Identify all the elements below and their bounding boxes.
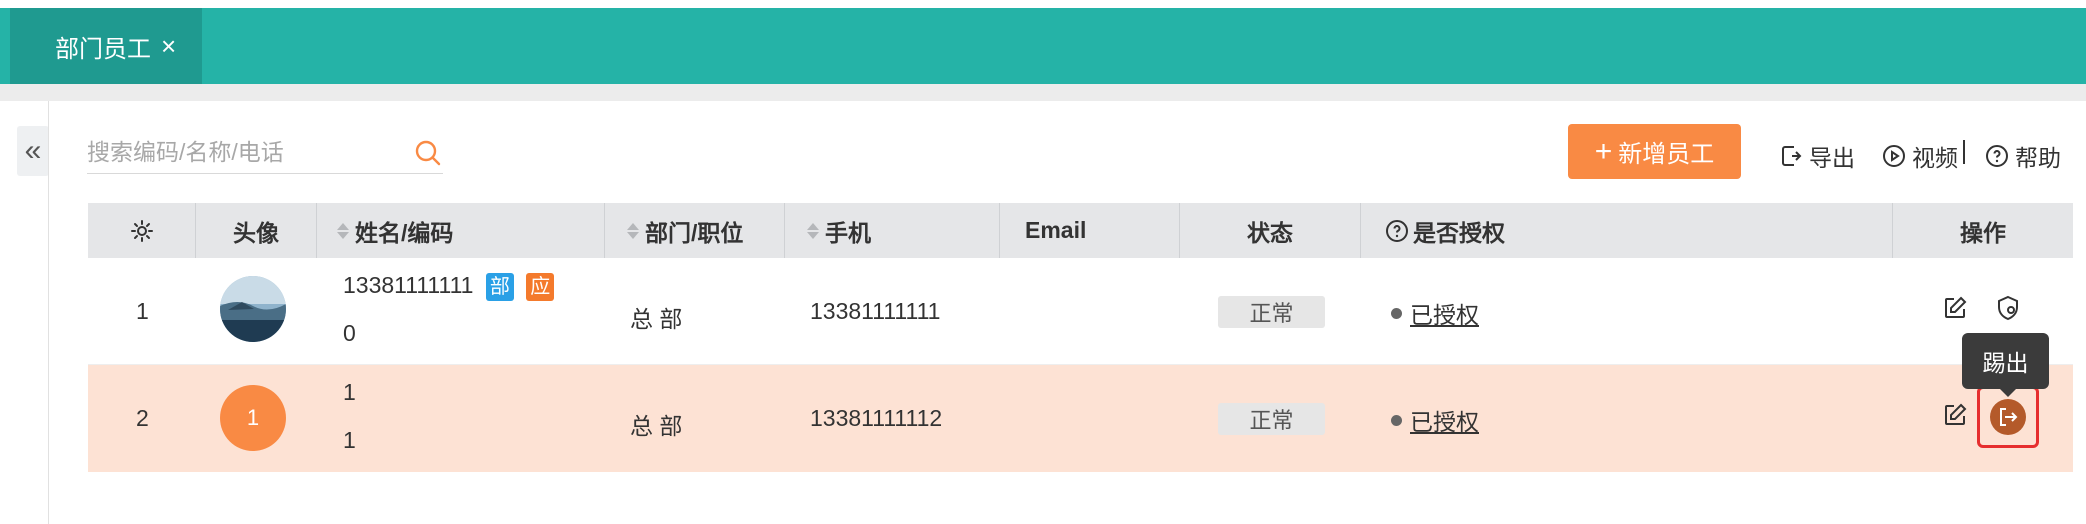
department-badge: 部 [485,272,514,301]
header-email: Email [1000,203,1180,258]
phone: 13381111111 [810,298,941,324]
tab-divider-strip [0,84,2086,101]
status-badge: 正常 [1218,403,1325,435]
employee-name[interactable]: 1 [343,379,356,406]
header-authorized: 是否授权 [1361,203,1893,258]
table-row[interactable]: 1 13381111111 部 应 0 总 部 13381111111 正常 已… [88,258,2073,365]
row-index: 1 [136,298,149,324]
header-name[interactable]: 姓名/编码 [317,203,605,258]
question-circle-icon[interactable] [1385,219,1409,243]
play-circle-icon [1883,145,1905,167]
employee-code: 0 [343,320,356,346]
authorized-link[interactable]: 已授权 [1410,403,1479,437]
header-avatar-label: 头像 [233,219,279,246]
name-line: 13381111111 部 应 [343,272,555,301]
tab-department-employees[interactable]: 部门员工 × [10,8,202,84]
authorized-cell: 已授权 [1391,403,1479,437]
header-name-label: 姓名/编码 [355,219,454,246]
add-employee-button[interactable]: + 新增员工 [1568,124,1741,179]
search-input[interactable] [87,134,387,170]
row-index: 2 [136,405,149,431]
gear-icon[interactable] [129,218,155,244]
department: 总 部 [630,306,683,332]
kick-out-tooltip: 踢出 [1962,333,2049,397]
header-email-label: Email [1025,217,1087,243]
table-row[interactable]: 2 1 1 1 总 部 13381111112 正常 已授权 [88,365,2073,472]
table-header: 头像 姓名/编码 部门/职位 手机 Email 状态 是否授权 操作 [88,203,2073,258]
status-badge: 正常 [1218,296,1325,328]
header-actions-label: 操作 [1960,219,2006,246]
sort-icon[interactable] [807,222,819,239]
help-button[interactable]: 帮助 [1985,139,2061,173]
edit-icon[interactable] [1942,295,1968,321]
tab-label: 部门员工 [55,35,151,63]
header-authorized-label: 是否授权 [1413,219,1505,246]
header-avatar: 头像 [196,203,317,258]
tab-close-icon[interactable]: × [161,33,176,59]
tab-bar: 部门员工 × [0,8,2086,84]
header-phone-label: 手机 [825,219,871,246]
header-dept[interactable]: 部门/职位 [605,203,785,258]
status-dot-icon [1391,414,1402,426]
authorized-link[interactable]: 已授权 [1410,296,1479,330]
header-actions: 操作 [1893,203,2073,258]
video-label: 视频 [1912,145,1958,171]
header-phone[interactable]: 手机 [785,203,1000,258]
edit-icon[interactable] [1942,402,1968,428]
sort-icon[interactable] [627,222,639,239]
header-dept-label: 部门/职位 [645,219,744,246]
sort-icon[interactable] [337,222,349,239]
export-icon [1782,146,1802,166]
header-status-label: 状态 [1247,219,1293,246]
avatar [220,276,286,342]
help-icon [1986,145,2008,167]
search-icon[interactable] [413,138,443,168]
sidebar-divider [48,101,49,524]
employee-table: 头像 姓名/编码 部门/职位 手机 Email 状态 是否授权 操作 1 133… [88,203,2073,472]
toolbar-separator [1963,140,1965,164]
employee-code: 1 [343,427,356,453]
help-label: 帮助 [2015,145,2061,171]
plus-icon: + [1594,134,1613,168]
export-label: 导出 [1809,145,1855,171]
logout-icon [2000,408,2018,426]
status-dot-icon [1391,307,1402,319]
phone: 13381111112 [810,405,943,431]
export-button[interactable]: 导出 [1779,139,1855,173]
collapse-sidebar-button[interactable]: « [17,126,49,176]
avatar: 1 [220,385,286,451]
column-settings[interactable] [88,203,196,258]
department: 总 部 [630,413,683,439]
kick-out-circle [1990,399,2026,435]
shield-settings-icon[interactable] [1994,294,2022,322]
authorized-cell: 已授权 [1391,296,1479,330]
video-button[interactable]: 视频 [1882,139,1958,173]
search-box [87,134,443,174]
avatar-landscape-image [220,276,286,342]
add-employee-label: 新增员工 [1618,141,1715,168]
app-badge: 应 [526,272,555,301]
employee-name[interactable]: 13381111111 [343,272,473,298]
header-status: 状态 [1180,203,1361,258]
